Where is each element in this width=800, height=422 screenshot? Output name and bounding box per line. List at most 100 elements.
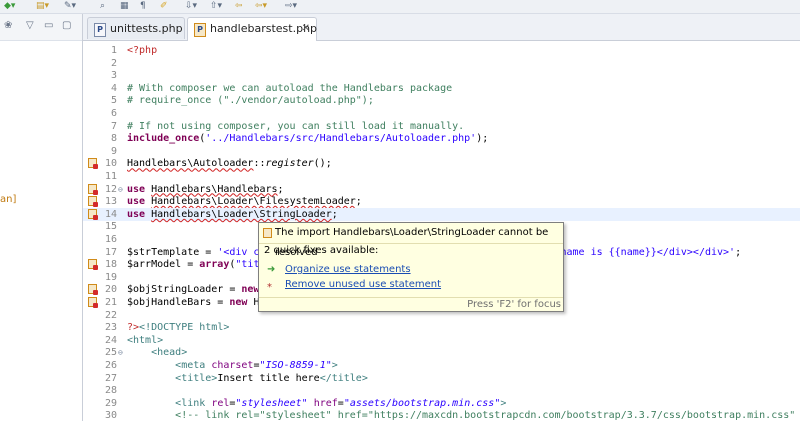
left-view-partial-text: an] — [0, 194, 17, 205]
code-line[interactable]: 10 Handlebars\Autoloader::register(); — [83, 157, 800, 170]
code-line[interactable]: 24 <html> — [83, 334, 800, 347]
toolbar-tool-icon[interactable]: ✎▾ — [64, 1, 76, 11]
line-number: 19 — [104, 271, 117, 283]
toolbar-back-icon[interactable]: ⇦▾ — [255, 1, 267, 11]
line-number: 2 — [110, 57, 117, 69]
close-icon[interactable]: ✕ — [302, 18, 310, 40]
code-line[interactable]: 4 # With composer we can autoload the Han… — [83, 82, 800, 95]
line-number: 3 — [110, 70, 117, 82]
minimize-icon[interactable]: ▭ — [44, 20, 53, 32]
code-line[interactable]: 6 — [83, 107, 800, 120]
code-line[interactable]: 26 <meta charset="ISO-8859-1"> — [83, 359, 800, 372]
toolbar-last-edit-icon[interactable]: ⇦ — [235, 1, 243, 11]
line-number: 7 — [110, 120, 117, 132]
line-number: 29 — [104, 397, 117, 409]
remove-icon: ⁎ — [267, 279, 272, 290]
line-number: 22 — [104, 309, 117, 321]
quick-fix-popup: The import Handlebars\Loader\StringLoade… — [258, 222, 564, 312]
line-number: 6 — [110, 108, 117, 119]
code-line[interactable]: 28 — [83, 384, 800, 397]
line-number: 23 — [104, 322, 117, 334]
code-text: # require_once ("./vendor/autoload.php")… — [127, 95, 374, 107]
tab-handlebarstest[interactable]: P handlebarstest.php ✕ — [187, 17, 317, 41]
code-text: $objHandleBars = new H — [127, 297, 260, 308]
code-text: <meta charset="ISO-8859-1"> — [175, 360, 338, 371]
code-text: <html> — [127, 334, 164, 346]
left-view-menu-icon[interactable]: ❀ — [4, 20, 12, 32]
code-line[interactable]: 9 — [83, 145, 800, 158]
line-number: 4 — [110, 82, 117, 94]
error-icon — [263, 228, 272, 238]
code-text: <!-- link rel="stylesheet" href="https:/… — [175, 410, 800, 422]
tab-label: unittests.php — [110, 22, 183, 35]
quick-fix-focus-hint: Press 'F2' for focus — [467, 299, 561, 310]
line-number: 5 — [110, 95, 117, 107]
code-text: <head> — [151, 347, 188, 359]
line-number: 21 — [104, 297, 117, 308]
maximize-icon[interactable]: ▢ — [62, 20, 71, 32]
line-number: 28 — [104, 385, 117, 397]
line-number: 30 — [104, 410, 117, 422]
code-text: ?><!DOCTYPE html> — [127, 322, 230, 334]
code-text: $arrModel = array("tit — [127, 259, 260, 271]
code-text: use Handlebars\Loader\StringLoader; — [127, 208, 338, 220]
quick-fix-popup-header: The import Handlebars\Loader\StringLoade… — [259, 223, 563, 258]
code-text: # If not using composer, you can still l… — [127, 120, 465, 132]
code-line[interactable]: 2 — [83, 57, 800, 70]
code-line[interactable]: 30 <!-- link rel="stylesheet" href="http… — [83, 409, 800, 422]
code-line[interactable]: 14 use Handlebars\Loader\StringLoader; — [83, 207, 800, 221]
line-number: 10 — [104, 158, 117, 170]
toolbar-search-icon[interactable]: ⌕ — [100, 1, 105, 11]
line-number: 16 — [104, 234, 117, 245]
code-line[interactable]: 25 ⊖ <head> — [83, 346, 800, 359]
quick-fix-remove-link[interactable]: Remove unused use statement — [285, 279, 441, 290]
toolbar-prev-annotation-icon[interactable]: ⇧▾ — [210, 1, 222, 11]
code-line[interactable]: 3 — [83, 69, 800, 82]
code-text: <?php — [127, 45, 158, 56]
toolbar-grid-icon[interactable]: ▦ — [120, 1, 129, 11]
code-line[interactable]: 1 <?php — [83, 44, 800, 57]
toolbar-highlight-icon[interactable]: ✐ — [160, 1, 168, 11]
quick-fix-problem-text: The import Handlebars\Loader\StringLoade… — [275, 227, 549, 258]
quick-fix-organize-link[interactable]: Organize use statements — [285, 264, 411, 275]
code-text: $objStringLoader = new — [127, 284, 260, 296]
code-text: <link rel="stylesheet" href="assets/boot… — [175, 397, 507, 409]
editor-tab-bar: P unittests.php P handlebarstest.php ✕ — [83, 14, 800, 41]
code-line[interactable]: 8 include_once('../Handlebars/src/Handleb… — [83, 132, 800, 145]
toolbar-pen-icon[interactable]: ¶ — [140, 1, 146, 11]
code-text: # With composer we can autoload the Hand… — [127, 82, 453, 94]
code-text: Handlebars\Autoloader::register(); — [127, 158, 332, 170]
line-number: 14 — [104, 208, 117, 220]
view-menu-chevron-icon[interactable]: ▽ — [26, 20, 34, 32]
quick-fix-footer: Press 'F2' for focus — [259, 297, 563, 311]
line-number: 24 — [104, 334, 117, 346]
toolbar-open-icon[interactable]: ▤▾ — [36, 1, 49, 11]
fold-toggle-icon[interactable]: ⊖ — [118, 346, 123, 359]
fold-toggle-icon[interactable]: ⊖ — [118, 183, 123, 196]
main-toolbar: ◆▾ ▤▾ ✎▾ ⌕ ▦ ¶ ✐ ⇩▾ ⇧▾ ⇦ ⇦▾ ⇨▾ — [0, 0, 800, 14]
code-line[interactable]: 12 ⊖ use Handlebars\Handlebars; — [83, 183, 800, 196]
line-number: 17 — [104, 246, 117, 258]
code-line[interactable]: 7 # If not using composer, you can still … — [83, 120, 800, 133]
php-file-icon: P — [94, 23, 106, 37]
line-number: 12 — [104, 183, 117, 195]
line-number: 15 — [104, 221, 117, 233]
left-view-pane: ❀ ▽ ▭ ▢ an] — [0, 14, 83, 421]
code-line[interactable]: 11 — [83, 170, 800, 183]
organize-imports-icon: ➜ — [267, 264, 276, 275]
toolbar-run-icon[interactable]: ◆▾ — [4, 1, 15, 11]
code-line[interactable]: 5 # require_once ("./vendor/autoload.php"… — [83, 94, 800, 107]
toolbar-forward-icon[interactable]: ⇨▾ — [285, 1, 297, 11]
code-text: <title>Insert title here</title> — [175, 372, 368, 384]
line-number: 18 — [104, 259, 117, 271]
code-text: use Handlebars\Handlebars; — [127, 183, 284, 195]
code-line[interactable]: 29 <link rel="stylesheet" href="assets/b… — [83, 397, 800, 410]
code-line[interactable]: 27 <title>Insert title here</title> — [83, 372, 800, 385]
toolbar-next-annotation-icon[interactable]: ⇩▾ — [185, 1, 197, 11]
code-line[interactable]: 23 ?><!DOCTYPE html> — [83, 321, 800, 334]
code-text: include_once('../Handlebars/src/Handleba… — [127, 133, 489, 145]
code-text: use Handlebars\Loader\FilesystemLoader; — [127, 196, 362, 208]
code-line[interactable]: 13 use Handlebars\Loader\FilesystemLoader… — [83, 195, 800, 208]
line-number: 1 — [110, 45, 117, 56]
tab-unittests[interactable]: P unittests.php — [87, 17, 185, 39]
